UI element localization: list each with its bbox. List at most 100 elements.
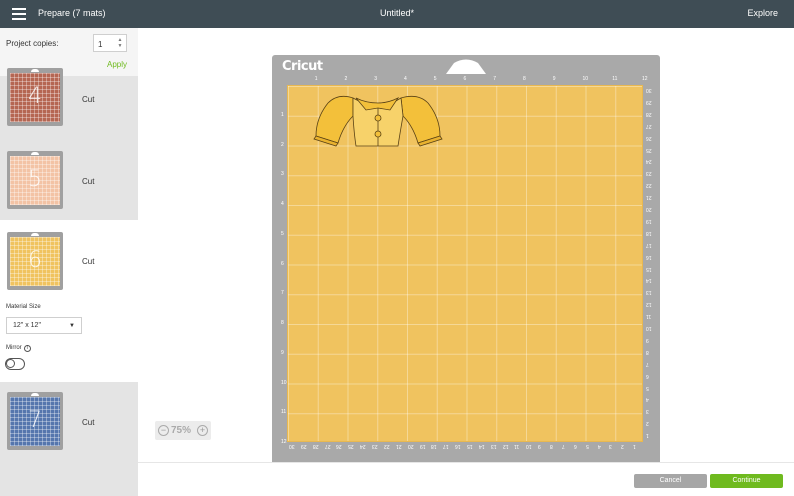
ruler-right-tick: 18: [646, 229, 652, 236]
ruler-bottom-tick: 16: [455, 443, 461, 449]
ruler-bottom-tick: 15: [467, 443, 473, 449]
ruler-bottom-tick: 11: [514, 443, 520, 449]
ruler-bottom-tick: 9: [538, 443, 541, 449]
zoom-control: − 75% +: [155, 421, 211, 440]
ruler-right-tick: 29: [646, 98, 652, 105]
ruler-bottom-tick: 22: [383, 443, 390, 449]
ruler-bottom-tick: 21: [395, 443, 402, 449]
ruler-right-tick: 24: [646, 158, 652, 165]
ruler-bottom-tick: 19: [419, 443, 426, 449]
info-icon[interactable]: i: [23, 345, 31, 352]
ruler-right-tick: 28: [646, 110, 652, 117]
apply-button[interactable]: Apply: [107, 60, 127, 69]
ruler-top-tick: 2: [344, 76, 348, 82]
ruler-right-tick: 9: [646, 336, 649, 343]
ruler-bottom-tick: 26: [336, 443, 343, 449]
mat-thumbnail[interactable]: 4: [7, 68, 63, 126]
document-name: Untitled*: [379, 8, 415, 18]
ruler-right-tick: 15: [646, 265, 652, 272]
ruler-left-tick: 2: [281, 141, 284, 148]
continue-button[interactable]: Continue: [710, 474, 783, 488]
mirror-toggle[interactable]: [5, 358, 25, 370]
ruler-bottom-tick: 12: [502, 443, 509, 449]
ruler-right-tick: 30: [646, 87, 652, 93]
ruler-bottom-tick: 1: [633, 443, 636, 449]
copies-stepper-icon[interactable]: ▲ ▼: [116, 37, 124, 49]
ruler-right-tick: 23: [646, 170, 652, 177]
ruler-bottom-tick: 28: [312, 443, 319, 449]
cricut-logo: Cricut: [282, 59, 323, 74]
top-bar: Prepare (7 mats) Untitled* Explore: [0, 0, 794, 28]
mat-item-5[interactable]: 5 Cut: [0, 136, 138, 220]
ruler-right-tick: 14: [646, 277, 652, 284]
mat-number: 7: [28, 408, 42, 433]
ruler-right-tick: 5: [646, 384, 649, 391]
chevron-down-icon: ▼: [69, 323, 75, 329]
cutting-mat: Cricut 1 2 3 4 5 6 7 8 9 10 11 12 1 2 3 4 5 6 7 8 9 10 11 12 30 2…: [272, 55, 660, 467]
mat-thumbnail[interactable]: 7: [7, 392, 63, 450]
ruler-bottom-tick: 5: [585, 443, 589, 449]
mat-item-4[interactable]: 4 Cut: [0, 68, 138, 136]
mat-item-7[interactable]: 7 Cut: [0, 382, 138, 466]
ruler-bottom-tick: 7: [561, 443, 565, 449]
ruler-bottom-tick: 3: [609, 443, 613, 449]
ruler-right-tick: 7: [646, 360, 649, 367]
ruler-top-tick: 9: [552, 76, 556, 82]
project-copies-label: Project copies:: [6, 39, 59, 48]
jacket-design[interactable]: [308, 88, 448, 148]
mat-preview: 6: [10, 237, 60, 286]
zoom-level: 75%: [171, 425, 192, 436]
ruler-right-tick: 26: [646, 134, 652, 141]
explore-link[interactable]: Explore: [747, 8, 778, 18]
ruler-top-tick: 1: [314, 76, 318, 82]
ruler-left-tick: 1: [281, 111, 284, 118]
ruler-right-tick: 11: [646, 313, 652, 320]
mat-tab-icon: [446, 59, 486, 74]
ruler-right-tick: 25: [646, 146, 652, 153]
ruler-right-tick: 13: [646, 289, 652, 296]
ruler-top-tick: 5: [433, 76, 437, 82]
ruler-right-tick: 19: [646, 217, 652, 224]
ruler-top-tick: 6: [463, 76, 467, 82]
ruler-bottom-tick: 30: [289, 443, 295, 449]
ruler-right-tick: 2: [646, 420, 649, 427]
ruler-right-tick: 6: [646, 372, 649, 379]
ruler-right-tick: 27: [646, 122, 652, 129]
mat-sidebar: Project copies: 1 ▲ ▼ Apply 4 Cut 5 Cut 6: [0, 28, 138, 496]
footer-bar: Cancel Continue: [138, 462, 794, 496]
ruler-left-tick: 5: [281, 230, 284, 237]
mat-thumbnail[interactable]: 6: [7, 232, 63, 290]
ruler-right-tick: 1: [646, 432, 649, 439]
mat-action-label: Cut: [82, 95, 95, 104]
mat-preview: 4: [10, 73, 60, 122]
mat-action-label: Cut: [82, 257, 95, 266]
toggle-knob: [6, 359, 15, 368]
mat-item-6-selected[interactable]: 6 Cut Material Size 12" x 12" ▼ Mirror i: [0, 220, 138, 382]
mat-preview: 7: [10, 397, 60, 446]
ruler-right-tick: 16: [646, 253, 652, 260]
mirror-label: Mirror i: [6, 345, 31, 352]
ruler-top-tick: 4: [404, 76, 407, 82]
material-size-label: Material Size: [6, 304, 41, 310]
ruler-bottom-tick: 24: [360, 443, 366, 449]
ruler-left-tick: 11: [281, 409, 287, 416]
mat-number: 5: [28, 167, 42, 192]
zoom-in-button[interactable]: +: [197, 425, 208, 436]
ruler-right-tick: 17: [646, 241, 652, 248]
ruler-bottom-tick: 25: [348, 443, 354, 449]
ruler-bottom-tick: 23: [372, 443, 378, 449]
ruler-bottom-tick: 10: [526, 443, 532, 449]
ruler-bottom-tick: 6: [573, 443, 577, 449]
ruler-top-tick: 3: [374, 76, 378, 82]
ruler-bottom-tick: 20: [407, 443, 414, 449]
cancel-button[interactable]: Cancel: [634, 474, 707, 488]
ruler-right-tick: 8: [646, 348, 649, 355]
ruler-top-tick: 12: [642, 76, 648, 82]
ruler-top-tick: 11: [612, 76, 618, 82]
mat-preview: 5: [10, 156, 60, 205]
mat-thumbnail[interactable]: 5: [7, 151, 63, 209]
material-size-dropdown[interactable]: 12" x 12" ▼: [6, 317, 82, 334]
ruler-bottom-tick: 14: [478, 443, 485, 449]
ruler-left-tick: 4: [281, 201, 284, 207]
zoom-out-button[interactable]: −: [158, 425, 169, 436]
